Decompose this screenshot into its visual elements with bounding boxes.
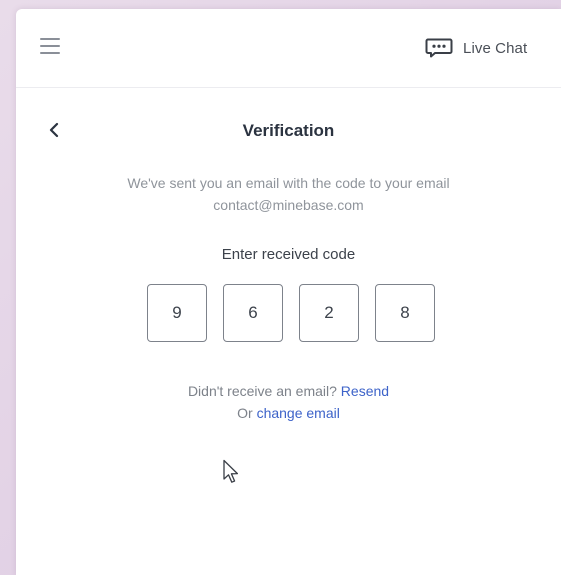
live-chat-label: Live Chat	[463, 39, 528, 57]
resend-section: Didn't receive an email? Resend Or chang…	[16, 380, 561, 424]
resend-row: Didn't receive an email? Resend	[16, 380, 561, 402]
code-digit-input[interactable]: 6	[223, 284, 283, 342]
resend-link[interactable]: Resend	[341, 383, 389, 399]
resend-prompt: Didn't receive an email?	[187, 383, 337, 399]
page-title: Verification	[242, 121, 335, 140]
code-label: Enter received code	[221, 246, 356, 263]
description-line: We've sent you an email with the code to…	[127, 175, 450, 191]
change-email-row: Or change email	[16, 402, 561, 424]
hamburger-menu-icon[interactable]	[40, 37, 60, 55]
verification-card: Live Chat Verification We've sent you an…	[16, 9, 561, 575]
code-digit-input[interactable]: 8	[375, 284, 435, 342]
code-digit-input[interactable]: 9	[147, 284, 207, 342]
change-email-link[interactable]: change email	[257, 405, 340, 421]
top-bar: Live Chat	[16, 9, 561, 88]
code-digit-input[interactable]: 2	[299, 284, 359, 342]
live-chat-button[interactable]: Live Chat	[425, 38, 527, 58]
code-input-group: 9 6 2 8	[147, 284, 435, 342]
mouse-pointer-icon	[223, 459, 239, 483]
verification-description: We've sent you an email with the code to…	[16, 172, 561, 216]
chat-bubble-dots-icon	[425, 38, 453, 58]
change-prefix: Or	[237, 405, 253, 421]
email-address: contact@minebase.com	[213, 197, 364, 213]
